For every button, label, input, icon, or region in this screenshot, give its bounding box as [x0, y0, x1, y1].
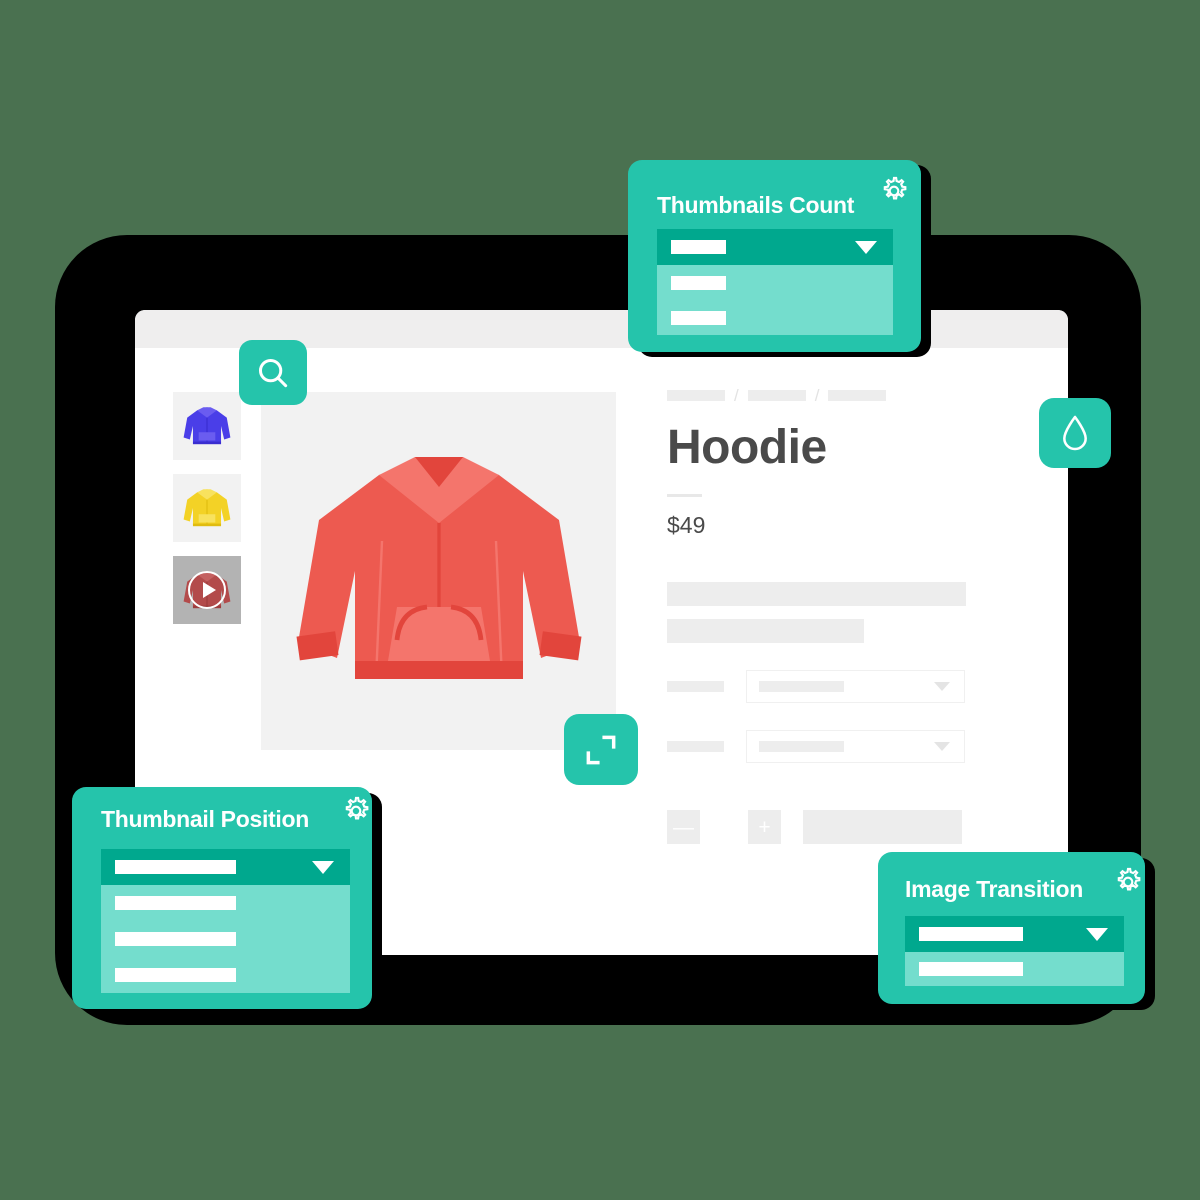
card-title: Thumbnail Position	[101, 806, 309, 832]
hoodie-red-main-image[interactable]	[261, 392, 616, 750]
chevron-down-icon	[855, 240, 877, 254]
color-picker-button[interactable]	[1039, 398, 1111, 468]
dropdown-option-label	[671, 275, 726, 290]
page-title: Hoodie	[667, 421, 827, 474]
gear-icon[interactable]	[340, 795, 372, 832]
dropdown-selected[interactable]	[101, 849, 350, 885]
quantity-decrement-button[interactable]: —	[667, 810, 700, 844]
dropdown-option[interactable]	[101, 885, 350, 921]
dropdown-selected-value	[115, 860, 236, 874]
gear-glyph	[883, 176, 907, 200]
dropdown[interactable]	[905, 916, 1124, 986]
dropdown-selected-value	[671, 240, 726, 254]
scene: / / Hoodie $49 — + Thumbnails Count Thum…	[0, 0, 1200, 1200]
gear-glyph	[1117, 867, 1141, 891]
option-select-2[interactable]	[746, 730, 965, 763]
product-detail-panel: / / Hoodie $49 — +	[667, 385, 972, 844]
dropdown-option-label	[671, 310, 726, 325]
description-line-1	[667, 582, 966, 606]
gear-glyph	[345, 796, 369, 820]
gear-icon[interactable]	[1112, 866, 1144, 903]
option-select-1-value	[759, 681, 844, 692]
option-select-2-value	[759, 741, 844, 752]
card-title: Image Transition	[905, 876, 1083, 902]
breadcrumb-item-1[interactable]	[667, 389, 725, 401]
quantity-stepper[interactable]: — +	[667, 810, 781, 844]
dropdown-options	[101, 885, 350, 993]
add-to-cart-button[interactable]	[803, 810, 962, 844]
dropdown-option[interactable]	[905, 952, 1124, 986]
title-divider	[667, 494, 702, 497]
product-price: $49	[667, 512, 706, 538]
dropdown[interactable]	[101, 849, 350, 993]
dropdown-option[interactable]	[101, 957, 350, 993]
quantity-increment-button[interactable]: +	[748, 810, 781, 844]
water-drop-icon	[1063, 415, 1087, 451]
dropdown-selected[interactable]	[657, 229, 893, 265]
dropdown-option-label	[115, 968, 236, 982]
hoodie-yellow-icon	[183, 489, 231, 527]
dropdown-options	[657, 265, 893, 335]
option-select-1[interactable]	[746, 670, 965, 703]
gear-icon[interactable]	[878, 175, 910, 212]
dropdown-option-label	[115, 896, 236, 910]
thumbnail-hoodie-video[interactable]	[173, 556, 241, 624]
description-line-2	[667, 619, 864, 643]
breadcrumb: / /	[667, 385, 972, 405]
option-label-1	[667, 681, 724, 692]
dropdown[interactable]	[657, 229, 893, 335]
dropdown-selected[interactable]	[905, 916, 1124, 952]
zoom-search-button[interactable]	[239, 340, 307, 405]
thumbnail-rail	[173, 392, 241, 638]
thumbnail-hoodie-yellow[interactable]	[173, 474, 241, 542]
breadcrumb-item-2[interactable]	[747, 389, 806, 401]
breadcrumb-separator-1: /	[734, 385, 739, 405]
option-label-2	[667, 741, 724, 752]
option-row-1	[667, 670, 972, 703]
hoodie-blue-icon	[183, 407, 231, 445]
cart-row: — +	[667, 810, 972, 844]
thumbnail-hoodie-blue[interactable]	[173, 392, 241, 460]
dropdown-option[interactable]	[657, 300, 893, 335]
chevron-down-icon	[934, 742, 950, 751]
quantity-input[interactable]	[700, 810, 748, 844]
dropdown-option-label	[919, 962, 1023, 976]
breadcrumb-separator-2: /	[814, 385, 820, 405]
dropdown-option[interactable]	[657, 265, 893, 300]
dropdown-selected-value	[919, 927, 1023, 941]
dropdown-option-label	[115, 932, 236, 946]
breadcrumb-item-3[interactable]	[828, 389, 887, 401]
dropdown-options	[905, 952, 1124, 986]
play-icon[interactable]	[188, 571, 226, 609]
search-icon	[258, 358, 288, 387]
play-triangle	[202, 582, 216, 598]
fullscreen-button[interactable]	[564, 714, 638, 785]
hoodie-red-graphic	[296, 457, 581, 680]
dropdown-option[interactable]	[101, 921, 350, 957]
card-title: Thumbnails Count	[657, 192, 855, 218]
expand-icon	[586, 735, 616, 764]
chevron-down-icon	[934, 682, 950, 691]
chevron-down-icon	[312, 860, 334, 874]
chevron-down-icon	[1086, 927, 1108, 941]
option-row-2	[667, 730, 972, 763]
